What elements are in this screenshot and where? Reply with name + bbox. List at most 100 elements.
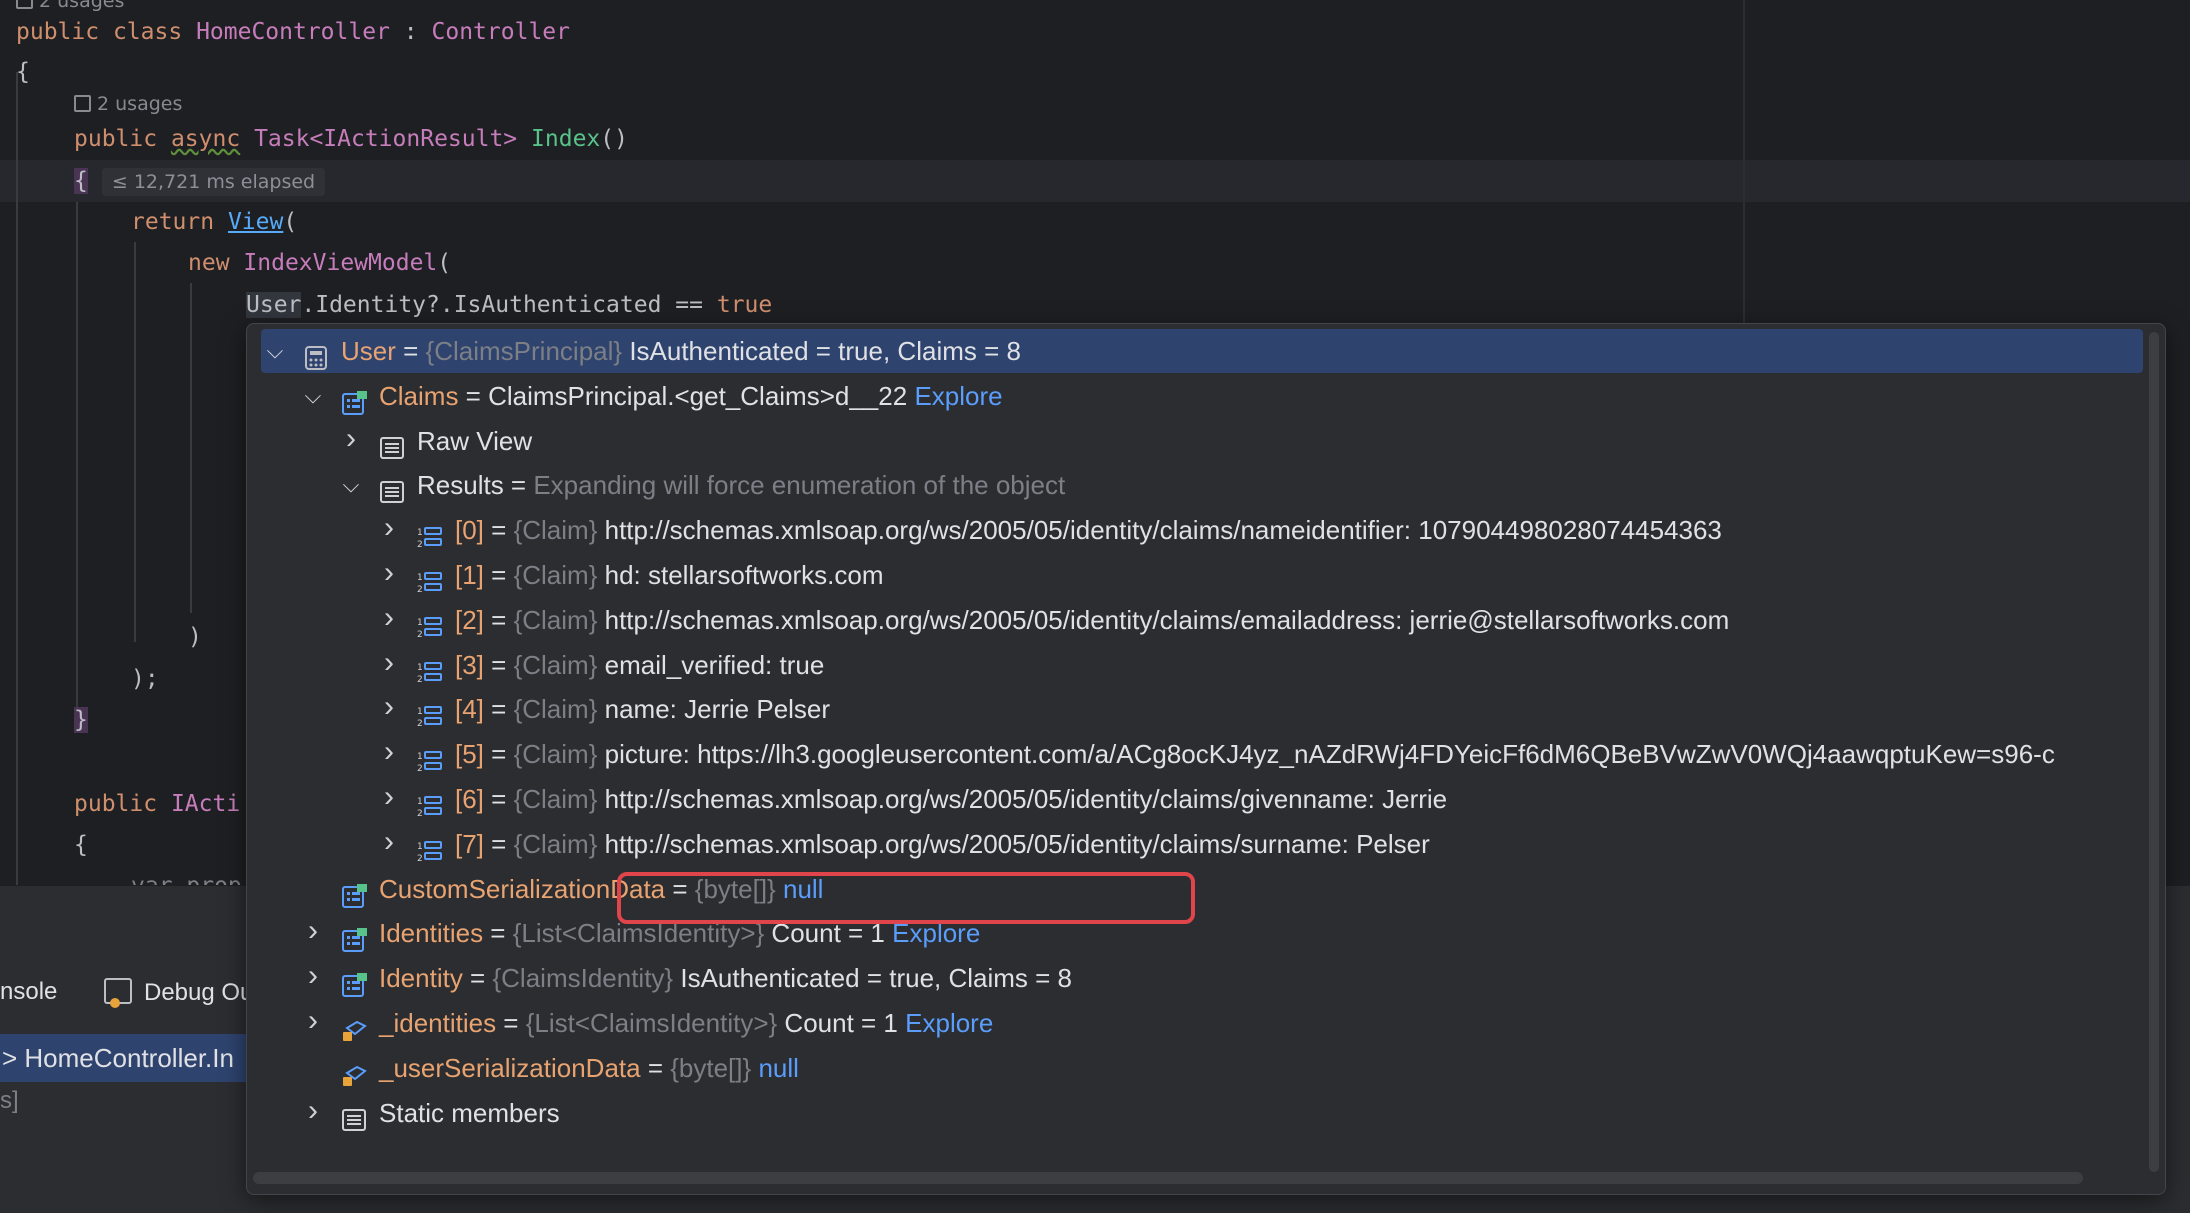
tree-row[interactable]: › 1 2 [7] = {Claim} http://schemas.xmlsoap.… (247, 822, 2141, 866)
chevron-down-icon[interactable]: ⌵ (303, 374, 323, 418)
indent-guide (190, 283, 192, 613)
stack-frame-selected[interactable]: > HomeController.In (0, 1034, 262, 1082)
is-authenticated-line[interactable]: User.Identity?.IsAuthenticated == true (246, 284, 772, 326)
chevron-right-icon[interactable]: › (379, 732, 399, 776)
variable-type: {Claim} (513, 560, 598, 590)
variable-value: http://schemas.xmlsoap.org/ws/2005/05/id… (604, 604, 1730, 635)
usages-icon (16, 0, 33, 9)
svg-text:1: 1 (417, 797, 423, 807)
chevron-right-icon[interactable]: › (379, 822, 399, 866)
variable-value: Count = 1 (784, 1008, 898, 1038)
svg-text:1: 1 (417, 752, 423, 762)
tree-row[interactable]: › Static members (247, 1091, 2141, 1135)
method-declaration-line[interactable]: public async Task<IActionResult> Index() (74, 118, 628, 160)
variable-type: {Claim} (513, 649, 598, 680)
variable-value: IsAuthenticated = true, Claims = 8 (629, 336, 1021, 366)
list-icon (341, 877, 367, 908)
chevron-right-icon[interactable]: › (341, 419, 361, 463)
svg-text:1: 1 (417, 573, 423, 583)
chevron-right-icon[interactable]: › (303, 911, 323, 955)
variable-name: [3] (455, 649, 484, 680)
variable-type: {Claim} (513, 694, 598, 725)
variable-name: _identities (379, 1008, 497, 1038)
chevron-down-icon[interactable]: ⌵ (265, 329, 285, 373)
chevron-right-icon[interactable]: › (379, 598, 399, 642)
array-item-icon: 12 (417, 832, 443, 864)
equals-sign: = (395, 336, 426, 366)
new-viewmodel-line[interactable]: new IndexViewModel( (188, 242, 451, 284)
tree-row-text: Raw View (417, 419, 532, 463)
chevron-right-icon[interactable]: › (379, 687, 399, 731)
chevron-right-icon[interactable]: › (379, 508, 399, 552)
chevron-right-icon[interactable]: › (379, 777, 399, 821)
chevron-right-icon[interactable]: › (303, 1001, 323, 1045)
method-usages-hint[interactable]: 2 usages (74, 91, 182, 117)
equals-sign: = (483, 784, 514, 814)
class-open-brace[interactable]: { (16, 51, 30, 93)
method-close-brace-line[interactable]: } (74, 699, 88, 741)
tree-row[interactable]: › 1 2 [5] = {Claim} picture: https://lh3.go… (247, 732, 2141, 776)
next-method-line[interactable]: public IActi (74, 783, 240, 825)
equals-sign: = (483, 694, 514, 725)
next-method-brace[interactable]: { (74, 824, 88, 866)
variable-value: http://schemas.xmlsoap.org/ws/2005/05/id… (604, 828, 1430, 859)
chevron-right-icon[interactable]: › (303, 1091, 323, 1135)
tree-row[interactable]: › 1 2 [0] = {Claim} http://schemas.xmlsoap.… (247, 508, 2141, 552)
equals-sign: = (483, 828, 514, 859)
raw-view-icon (341, 1101, 367, 1131)
vertical-scrollbar[interactable] (2149, 332, 2159, 1172)
chevron-right-icon[interactable]: › (379, 643, 399, 687)
variable-name: Identities (379, 918, 484, 949)
tab-console[interactable]: nsole (0, 978, 57, 1006)
debugger-datatip-popup[interactable]: ⌵ User = {ClaimsPrincipal} IsAuthenticate… (246, 323, 2166, 1195)
tree-row[interactable]: › 1 2 [2] = {Claim} http://schemas.xmlsoap.… (247, 598, 2141, 642)
indent-guide (76, 202, 78, 712)
equals-sign: = (483, 560, 514, 590)
tree-row[interactable]: › Identity = {ClaimsIdentity} IsAuthentic… (247, 956, 2141, 1000)
variable-value: name: Jerrie Pelser (604, 694, 831, 725)
close-paren-semi-line[interactable]: ); (131, 658, 159, 700)
tree-row[interactable]: › 1 2 [1] = {Claim} hd: stellarsoftworks.co… (247, 553, 2141, 597)
array-item-icon: 12 (417, 697, 443, 729)
tree-row-text: Static members (379, 1091, 560, 1135)
list-icon (341, 966, 367, 998)
tree-row[interactable]: _userSerializationData = {byte[]} null (247, 1046, 2141, 1090)
variable-value: email_verified: true (604, 649, 825, 680)
class-declaration-line[interactable]: public class HomeController : Controller (16, 11, 570, 53)
array-item-icon: 12 (417, 518, 443, 550)
tree-row[interactable]: ⌵ Results = Expanding will force enumerat… (247, 463, 2141, 507)
array-item-icon: 12 (417, 563, 443, 595)
chevron-right-icon[interactable]: › (303, 956, 323, 1000)
return-line[interactable]: return View( (131, 201, 297, 243)
svg-text:1: 1 (417, 663, 423, 673)
chevron-right-icon[interactable]: › (379, 553, 399, 597)
variable-name: Static members (379, 1097, 560, 1128)
tree-row[interactable]: › Raw View (247, 419, 2141, 463)
tree-row[interactable]: › 1 2 [4] = {Claim} name: Jerrie Pelser (247, 687, 2141, 731)
close-paren-line[interactable]: ) (188, 616, 202, 658)
variable-type: {Claim} (513, 604, 598, 635)
variable-name: Identity (379, 963, 463, 994)
private-field-icon (341, 1056, 367, 1086)
chevron-down-icon[interactable]: ⌵ (341, 463, 361, 507)
tree-row-text: [2] = {Claim} http://schemas.xmlsoap.org… (455, 598, 1729, 642)
user-token[interactable]: User (246, 292, 302, 318)
tree-row-text: [3] = {Claim} email_verified: true (455, 643, 824, 687)
partial-code-line[interactable]: var prop (131, 865, 242, 885)
method-open-brace-line[interactable]: {≤ 12,721 ms elapsed (74, 160, 326, 202)
explore-link[interactable]: Explore (905, 1008, 993, 1038)
tree-row[interactable]: ⌵ Claims = ClaimsPrincipal.<get_Claims>d_… (247, 374, 2141, 418)
horizontal-scrollbar[interactable] (253, 1172, 2083, 1184)
variable-name: [4] (455, 694, 484, 725)
tree-row[interactable]: › _identities = {List<ClaimsIdentity>} Co… (247, 1001, 2141, 1045)
explore-link[interactable]: Explore (914, 381, 1002, 411)
array-item-icon: 12 (417, 653, 443, 685)
stack-frame-row[interactable]: s] (0, 1087, 19, 1115)
tab-debug-output[interactable]: Debug Ou (104, 978, 253, 1008)
tree-row-text: [7] = {Claim} http://schemas.xmlsoap.org… (455, 822, 1430, 866)
variable-name: _userSerializationData (379, 1052, 641, 1083)
variable-value: ClaimsPrincipal.<get_Claims>d__22 (488, 380, 908, 411)
tree-row[interactable]: › 1 2 [3] = {Claim} email_verified: true (247, 643, 2141, 687)
tree-row[interactable]: ⌵ User = {ClaimsPrincipal} IsAuthenticate… (261, 329, 2143, 373)
tree-row[interactable]: › 1 2 [6] = {Claim} http://schemas.xmlsoap.… (247, 777, 2141, 821)
